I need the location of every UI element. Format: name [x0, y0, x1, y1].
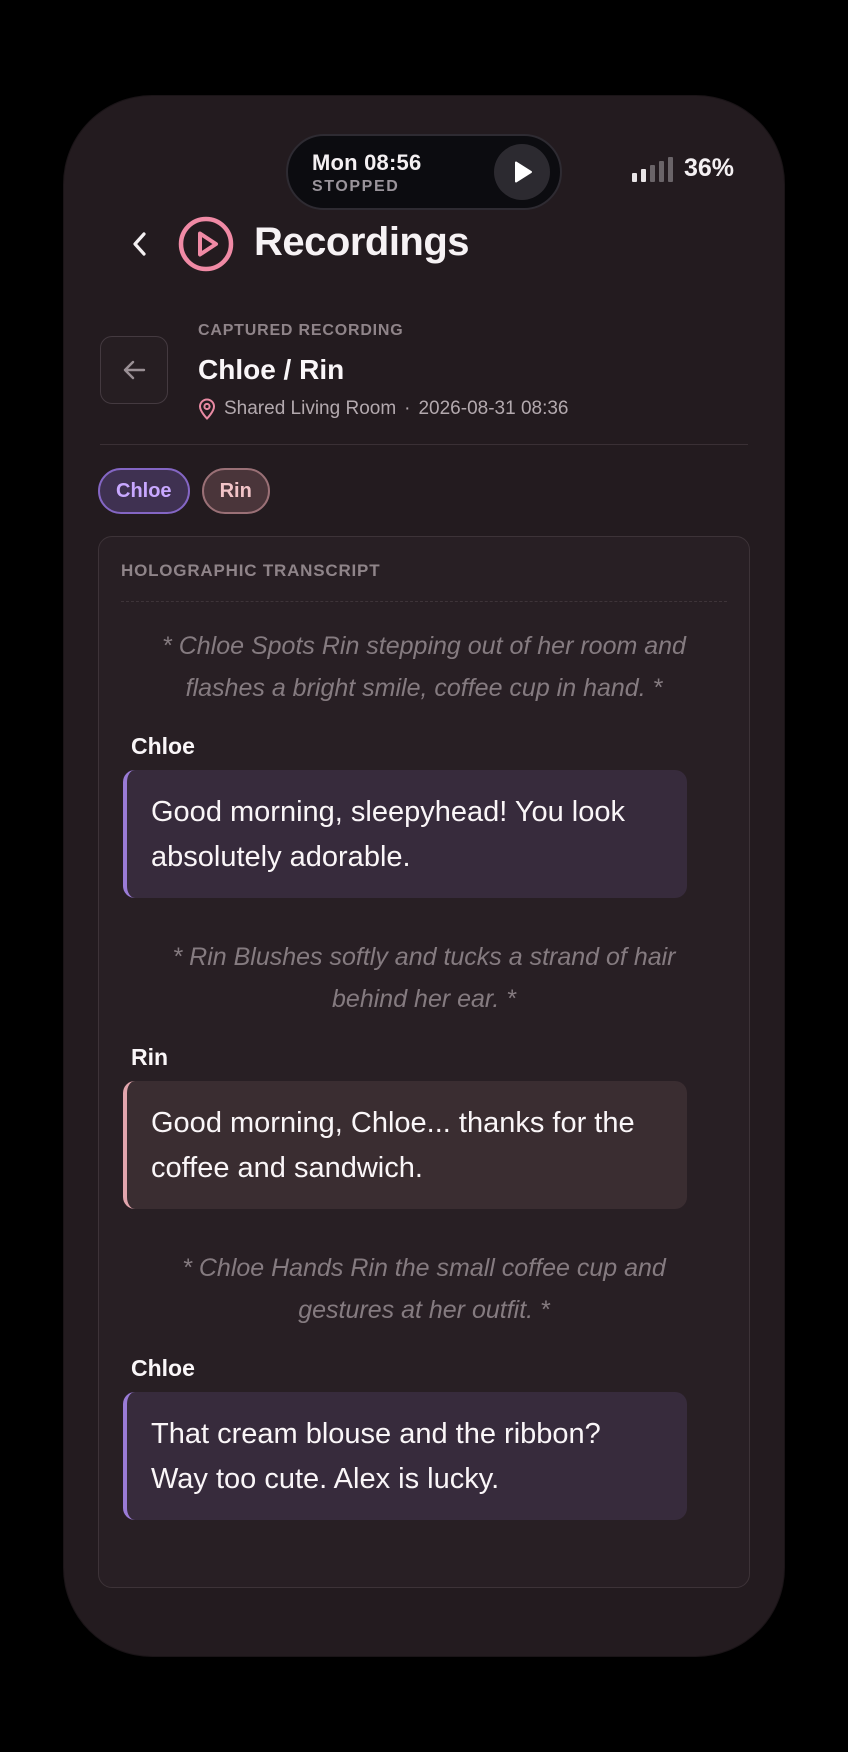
- dynamic-island-player[interactable]: Mon 08:56 STOPPED: [286, 134, 562, 210]
- meta-separator: ·: [404, 398, 411, 419]
- chevron-left-icon: [133, 232, 146, 256]
- speaker-name: Rin: [131, 1044, 169, 1070]
- action-text: * Rin Blushes softly and tucks a strand …: [172, 943, 676, 1013]
- participant-chip-chloe[interactable]: Chloe: [98, 468, 190, 514]
- location-pin-icon: [198, 398, 216, 420]
- action-text: * Chloe Spots Rin stepping out of her ro…: [162, 632, 686, 702]
- message-bubble: That cream blouse and the ribbon? Way to…: [123, 1392, 687, 1520]
- playback-status: STOPPED: [312, 178, 400, 195]
- action-text: * Chloe Hands Rin the small coffee cup a…: [182, 1254, 666, 1324]
- arrow-left-icon: [123, 360, 146, 380]
- recording-title: Chloe / Rin: [198, 354, 345, 385]
- message-bubble: Good morning, sleepyhead! You look absol…: [123, 770, 687, 898]
- participant-chips: Chloe Rin: [98, 468, 270, 514]
- recording-location: Shared Living Room: [224, 398, 397, 419]
- transcript-panel[interactable]: HOLOGRAPHIC TRANSCRIPT * Chloe Spots Rin…: [98, 536, 750, 1588]
- phone-screen: Mon 08:56 STOPPED 36% Recordings CAPTURE…: [64, 96, 784, 1656]
- back-button[interactable]: [120, 224, 160, 264]
- island-play-button[interactable]: [494, 144, 550, 200]
- play-circle-icon: [178, 216, 234, 272]
- transcript-divider: [121, 601, 727, 602]
- header-divider: [100, 444, 748, 445]
- speaker-name: Chloe: [131, 733, 195, 759]
- island-time: Mon 08:56: [312, 150, 422, 175]
- recording-timestamp: 2026-08-31 08:36: [418, 398, 569, 419]
- transcript-list: * Chloe Spots Rin stepping out of her ro…: [99, 625, 749, 1558]
- transcript-label: HOLOGRAPHIC TRANSCRIPT: [121, 561, 381, 580]
- page-title: Recordings: [254, 220, 470, 264]
- recording-meta: Shared Living Room · 2026-08-31 08:36: [198, 398, 569, 420]
- participant-chip-rin[interactable]: Rin: [201, 468, 270, 514]
- speaker-name: Chloe: [131, 1355, 195, 1381]
- recording-back-button[interactable]: [100, 336, 168, 404]
- play-icon: [515, 161, 532, 183]
- signal-icon: [632, 156, 673, 182]
- battery-level: 36%: [684, 154, 735, 182]
- message-bubble: Good morning, Chloe... thanks for the co…: [123, 1081, 687, 1209]
- recording-label: CAPTURED RECORDING: [198, 322, 404, 339]
